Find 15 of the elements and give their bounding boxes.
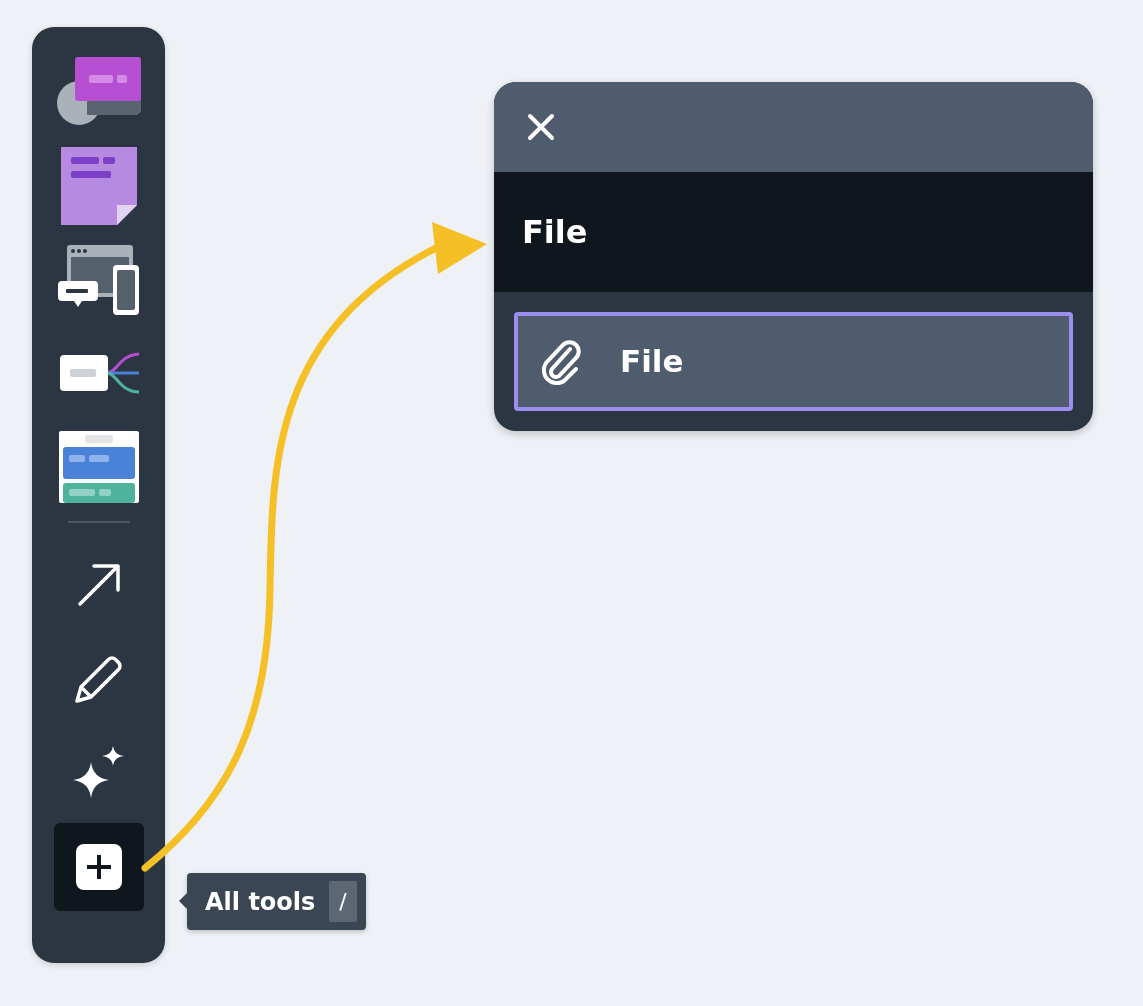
plus-icon bbox=[75, 844, 122, 890]
mind-map-icon bbox=[58, 351, 139, 395]
paperclip-icon bbox=[540, 338, 582, 385]
close-icon bbox=[527, 113, 555, 141]
sticky-note-icon bbox=[58, 145, 139, 225]
pencil-icon bbox=[73, 654, 124, 704]
arrow-icon bbox=[76, 563, 121, 607]
tool-button[interactable] bbox=[53, 823, 144, 911]
shortcut-key: / bbox=[329, 881, 357, 922]
result-item[interactable]: File bbox=[514, 312, 1073, 411]
devices-icon bbox=[56, 243, 141, 315]
search-field[interactable]: File bbox=[494, 172, 1093, 292]
template-icon bbox=[58, 431, 139, 503]
shapes-icon bbox=[56, 55, 141, 127]
tooltip-label: All tools bbox=[205, 886, 316, 918]
